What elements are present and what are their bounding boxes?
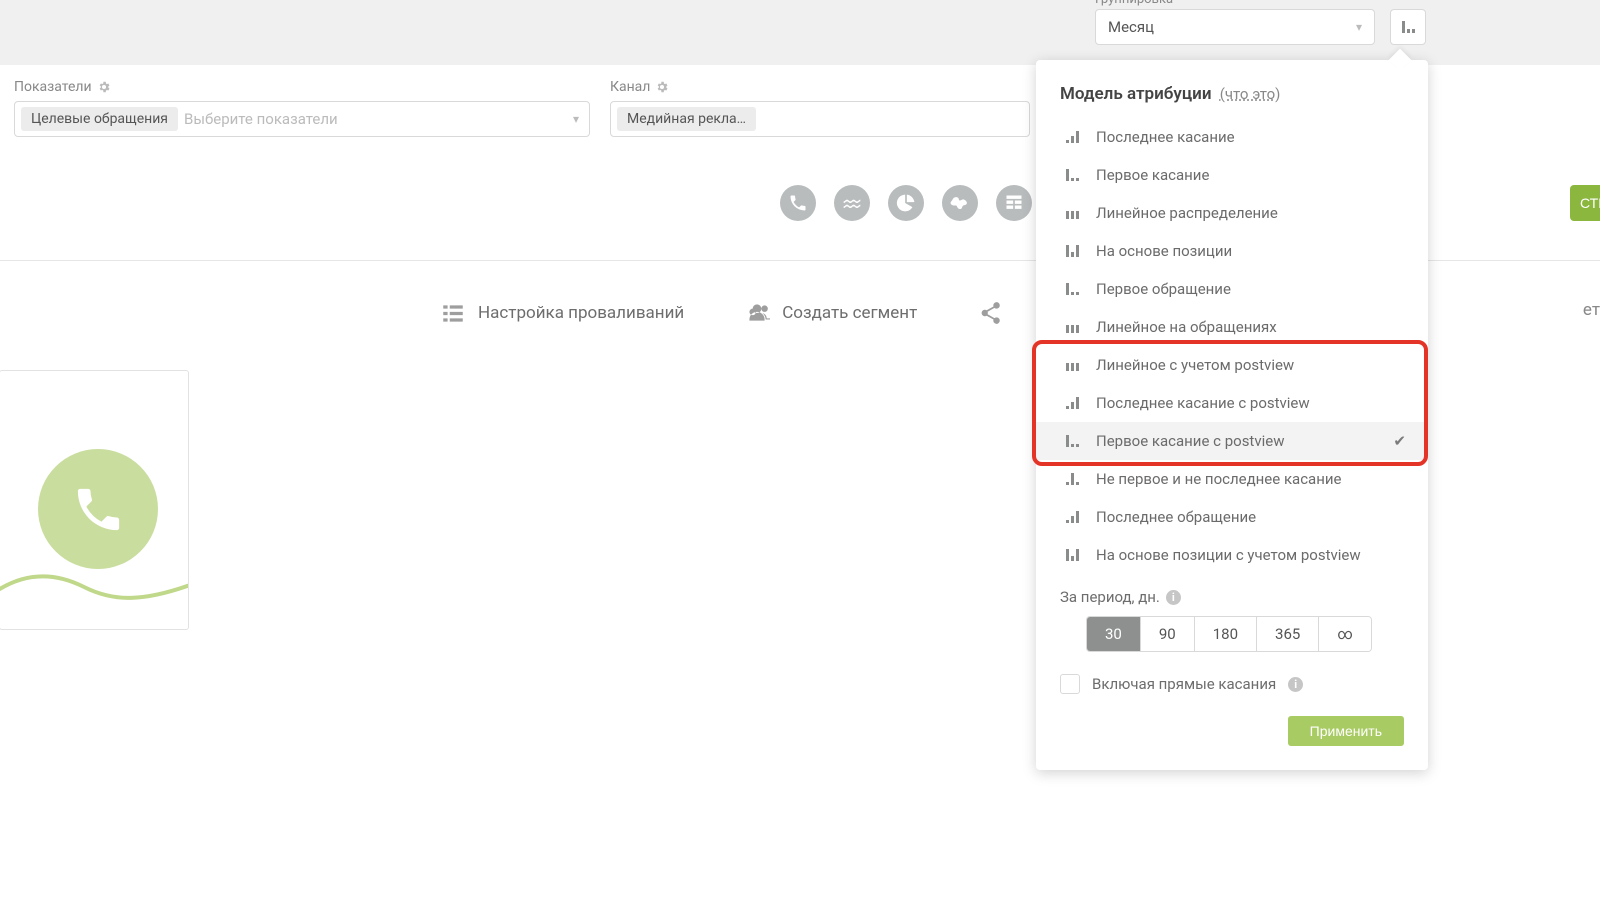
model-label: Последнее касание с postview: [1096, 394, 1310, 412]
drilldown-button[interactable]: Настройка проваливаний: [440, 300, 684, 326]
channel-select[interactable]: Медийная рекла…: [610, 101, 1030, 137]
channel-tag: Медийная рекла…: [617, 107, 756, 131]
period-segment[interactable]: 90: [1141, 617, 1195, 651]
grouping-select[interactable]: Месяц ▾: [1095, 9, 1375, 45]
metrics-tag: Целевые обращения: [21, 107, 178, 131]
build-button[interactable]: СТРО: [1570, 185, 1600, 221]
bars-icon: [1066, 245, 1082, 257]
gear-icon[interactable]: [655, 80, 669, 94]
model-label: Линейное на обращениях: [1096, 318, 1277, 336]
metrics-placeholder: Выберите показатели: [184, 110, 338, 128]
chart-type-table-icon[interactable]: [996, 185, 1032, 221]
bars-icon: [1066, 359, 1082, 371]
attribution-toggle-button[interactable]: [1390, 9, 1426, 45]
apply-button[interactable]: Применить: [1288, 716, 1404, 746]
clipped-text: ет: [1580, 300, 1600, 320]
gear-icon[interactable]: [97, 80, 111, 94]
wave-line: [0, 562, 189, 602]
check-icon: ✔: [1393, 432, 1406, 450]
what-is-this-link[interactable]: (что это): [1220, 85, 1281, 103]
bars-icon: [1066, 131, 1082, 143]
model-label: Линейное распределение: [1096, 204, 1278, 222]
model-option[interactable]: Не первое и не последнее касание: [1036, 460, 1428, 498]
bars-icon: [1066, 473, 1082, 485]
chevron-down-icon: ▾: [1356, 20, 1362, 34]
create-segment-button[interactable]: Создать сегмент: [744, 300, 917, 326]
bars-icon: [1066, 397, 1082, 409]
chart-type-toolbar: [780, 185, 1032, 221]
model-label: Первое касание: [1096, 166, 1209, 184]
model-option[interactable]: На основе позиции: [1036, 232, 1428, 270]
model-option[interactable]: Линейное на обращениях: [1036, 308, 1428, 346]
call-circle-icon: [38, 449, 158, 569]
include-direct-label: Включая прямые касания: [1092, 675, 1276, 693]
model-option[interactable]: Последнее касание: [1036, 118, 1428, 156]
model-label: Первое касание с postview: [1096, 432, 1284, 450]
bars-icon: [1066, 207, 1082, 219]
bars-icon: [1066, 169, 1082, 181]
model-option[interactable]: На основе позиции с учетом postview: [1036, 536, 1428, 574]
period-segment-group: 3090180365∞: [1086, 616, 1372, 652]
bars-icon: [1066, 511, 1082, 523]
chart-type-map-icon[interactable]: [942, 185, 978, 221]
model-option[interactable]: Первое касание с postview ✔: [1036, 422, 1428, 460]
model-label: Не первое и не последнее касание: [1096, 470, 1341, 488]
chevron-down-icon: ▾: [573, 112, 579, 126]
period-segment[interactable]: 365: [1257, 617, 1319, 651]
model-label: Последнее обращение: [1096, 508, 1256, 526]
model-option[interactable]: Линейное распределение: [1036, 194, 1428, 232]
channel-label: Канал: [610, 79, 650, 95]
attribution-popover: Модель атрибуции (что это) Последнее кас…: [1036, 60, 1428, 770]
bars-icon: [1066, 283, 1082, 295]
popover-title: Модель атрибуции: [1060, 84, 1212, 104]
model-option[interactable]: Последнее касание с postview: [1036, 384, 1428, 422]
top-bar: Группировка Месяц ▾: [0, 0, 1600, 65]
info-icon[interactable]: i: [1166, 590, 1181, 605]
users-icon: [744, 300, 770, 326]
grouping-label: Группировка: [1095, 0, 1173, 7]
bars-icon: [1066, 549, 1082, 561]
model-list: Последнее касание Первое касание Линейное …: [1036, 118, 1428, 574]
model-label: Последнее касание: [1096, 128, 1235, 146]
chart-type-waves-icon[interactable]: [834, 185, 870, 221]
model-label: На основе позиции: [1096, 242, 1232, 260]
period-label: За период, дн.: [1060, 588, 1160, 606]
drilldown-label: Настройка проваливаний: [478, 303, 684, 323]
bars-icon: [1066, 435, 1082, 447]
model-label: Линейное с учетом postview: [1096, 356, 1294, 374]
bars-icon: [1066, 321, 1082, 333]
metrics-label: Показатели: [14, 79, 92, 95]
chart-type-phone-icon[interactable]: [780, 185, 816, 221]
list-icon: [440, 300, 466, 326]
model-option[interactable]: Линейное с учетом postview: [1036, 346, 1428, 384]
model-option[interactable]: Первое обращение: [1036, 270, 1428, 308]
chart-type-pie-icon[interactable]: [888, 185, 924, 221]
period-segment[interactable]: ∞: [1319, 617, 1370, 651]
metrics-select[interactable]: Целевые обращения Выберите показатели ▾: [14, 101, 590, 137]
period-segment[interactable]: 180: [1195, 617, 1257, 651]
model-label: Первое обращение: [1096, 280, 1231, 298]
include-direct-checkbox[interactable]: [1060, 674, 1080, 694]
chart-card: [0, 370, 189, 630]
model-option[interactable]: Первое касание: [1036, 156, 1428, 194]
segment-label: Создать сегмент: [782, 303, 917, 323]
metrics-filter: Показатели Целевые обращения Выберите по…: [14, 79, 590, 137]
info-icon[interactable]: i: [1288, 677, 1303, 692]
model-option[interactable]: Последнее обращение: [1036, 498, 1428, 536]
period-segment[interactable]: 30: [1087, 617, 1141, 651]
grouping-value: Месяц: [1108, 18, 1154, 36]
share-icon: [977, 300, 1003, 326]
share-button[interactable]: [977, 300, 1003, 326]
model-label: На основе позиции с учетом postview: [1096, 546, 1361, 564]
